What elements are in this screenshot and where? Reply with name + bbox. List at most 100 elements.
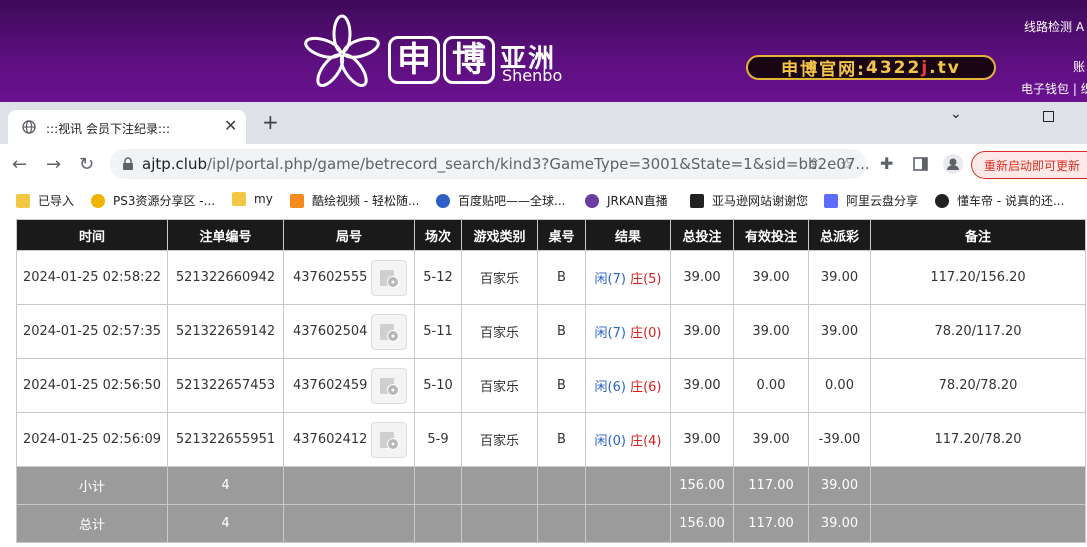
cell-table: B [537,250,586,305]
cell-table: B [537,358,586,413]
table-row: 2024-01-25 02:57:35 521322659142 437602504… [16,304,1086,359]
cell-game: 百家乐 [461,250,538,305]
cell-bet-id: 521322655951 [167,412,284,467]
official-num: 4322 [865,57,922,78]
cell-total-bet[interactable]: 39.00 [670,250,734,305]
bookmarks-bar: 已导入 PS3资源分享区 -... my 酷绘视频 - 轻松随... 百度贴吧—… [0,184,1087,219]
grandtotal-row: 总计 4 156.00 117.00 39.00 [16,504,1086,543]
bookmark-item[interactable]: PS3资源分享区 -... [91,192,215,209]
video-site-icon [290,193,304,208]
page-content: 时间 注单编号 局号 场次 游戏类别 桌号 结果 总投注 有效投注 总派彩 备注… [0,218,1087,547]
table-row: 2024-01-25 02:58:22 521322660942 437602555… [16,250,1086,305]
bookmark-item[interactable]: JRKAN直播 [585,192,668,209]
col-header-game: 游戏类别 [461,219,538,251]
subtotal-label: 小计 [16,466,168,505]
subtotal-valid: 117.00 [733,466,809,505]
tab-search-chevron-icon[interactable]: ⌄ [950,106,962,122]
player-result: 闲(7) [594,272,626,287]
table-row: 2024-01-25 02:56:50 521322657453 437602459… [16,358,1086,413]
folder-icon [16,193,30,208]
bookmark-item[interactable]: 懂车帝 - 说真的还... [935,192,1064,209]
subtotal-total: 156.00 [670,466,734,505]
lock-icon[interactable] [122,157,134,171]
forward-arrow-icon[interactable]: → [46,154,61,175]
round-number: 437602412 [293,432,368,447]
cell-round: 437602412 [283,412,415,467]
bookmark-item[interactable]: 亚马逊网站谢谢您 [690,192,808,209]
bookmark-item[interactable]: 阿里云盘分享 [824,192,918,209]
subtotal-row: 小计 4 156.00 117.00 39.00 [16,466,1086,505]
maximize-icon[interactable] [1043,111,1054,122]
video-replay-icon[interactable] [371,259,408,296]
table-header-row: 时间 注单编号 局号 场次 游戏类别 桌号 结果 总投注 有效投注 总派彩 备注 [16,219,1086,251]
cell-session: 5-10 [414,358,462,413]
brand-en: Shenbo [502,66,563,85]
new-tab-button[interactable]: + [262,110,279,134]
col-header-session: 场次 [414,219,462,251]
cell-total-bet[interactable]: 39.00 [670,358,734,413]
cell-bet-id: 521322659142 [167,304,284,359]
cell-total-bet[interactable]: 39.00 [670,412,734,467]
video-replay-icon[interactable] [371,313,408,350]
col-header-payout: 总派彩 [808,219,871,251]
subtotal-count: 4 [167,466,284,505]
video-replay-icon[interactable] [371,367,408,404]
globe-icon [22,120,36,134]
cell-time: 2024-01-25 02:56:50 [16,358,168,413]
cell-note: 117.20/78.20 [870,412,1086,467]
cell-game: 百家乐 [461,358,538,413]
flower-logo-icon [304,14,380,87]
cell-session: 5-11 [414,304,462,359]
active-tab[interactable]: :::视讯 会员下注纪录::: ✕ [8,110,246,144]
video-replay-icon[interactable] [371,421,408,458]
browser-toolbar: ← → ↻ ajtp.club/ipl/portal.php/game/betr… [0,144,1087,184]
tab-close-icon[interactable]: ✕ [224,116,237,135]
cell-round: 437602555 [283,250,415,305]
cell-result: 闲(7) 庄(0) [585,304,671,359]
bet-record-table: 时间 注单编号 局号 场次 游戏类别 桌号 结果 总投注 有效投注 总派彩 备注… [16,219,1086,543]
address-bar[interactable]: ajtp.club/ipl/portal.php/game/betrecord_… [110,149,870,179]
col-header-result: 结果 [585,219,671,251]
official-prefix: 申博官网: [781,60,866,80]
side-panel-icon[interactable] [913,157,928,171]
cell-valid-bet: 0.00 [733,358,809,413]
cell-valid-bet: 39.00 [733,304,809,359]
player-result: 闲(6) [594,380,626,395]
cell-valid-bet: 39.00 [733,412,809,467]
bookmark-item[interactable]: 酷绘视频 - 轻松随... [290,192,419,209]
extensions-icon[interactable]: ✚ [880,154,893,173]
jrkan-icon [585,193,599,208]
bookmark-item[interactable]: 百度贴吧——全球... [436,192,565,209]
cell-bet-id: 521322660942 [167,250,284,305]
grandtotal-count: 4 [167,504,284,543]
bookmark-item[interactable]: 已导入 [16,192,74,209]
account-link[interactable]: 账 [1073,58,1085,75]
back-arrow-icon[interactable]: ← [12,154,27,175]
col-header-time: 时间 [16,219,168,251]
player-result: 闲(7) [594,326,626,341]
profile-avatar-icon[interactable] [943,154,963,174]
cell-note: 78.20/117.20 [870,304,1086,359]
share-icon[interactable]: ⇪ [808,155,821,173]
restart-update-button[interactable]: 重新启动即可更新 [971,151,1087,179]
round-number: 437602504 [293,324,368,339]
cell-valid-bet: 39.00 [733,250,809,305]
wallet-link[interactable]: 电子钱包 | 织 [1021,80,1087,97]
player-result: 闲(0) [594,434,626,449]
ps3-site-icon [91,193,105,208]
bookmark-star-icon[interactable]: ☆ [840,155,853,173]
bookmark-item[interactable]: my [232,192,273,206]
cell-round: 437602459 [283,358,415,413]
line-check-link[interactable]: 线路检测 A [1024,18,1084,35]
reload-icon[interactable]: ↻ [79,154,94,175]
official-site-banner[interactable]: 申博官网: 4322 j .tv [746,55,996,80]
cell-session: 5-9 [414,412,462,467]
cell-time: 2024-01-25 02:57:35 [16,304,168,359]
cell-table: B [537,304,586,359]
cell-result: 闲(6) 庄(6) [585,358,671,413]
cell-total-bet[interactable]: 39.00 [670,304,734,359]
subtotal-payout: 39.00 [808,466,871,505]
cell-time: 2024-01-25 02:56:09 [16,412,168,467]
cell-time: 2024-01-25 02:58:22 [16,250,168,305]
cell-result: 闲(0) 庄(4) [585,412,671,467]
